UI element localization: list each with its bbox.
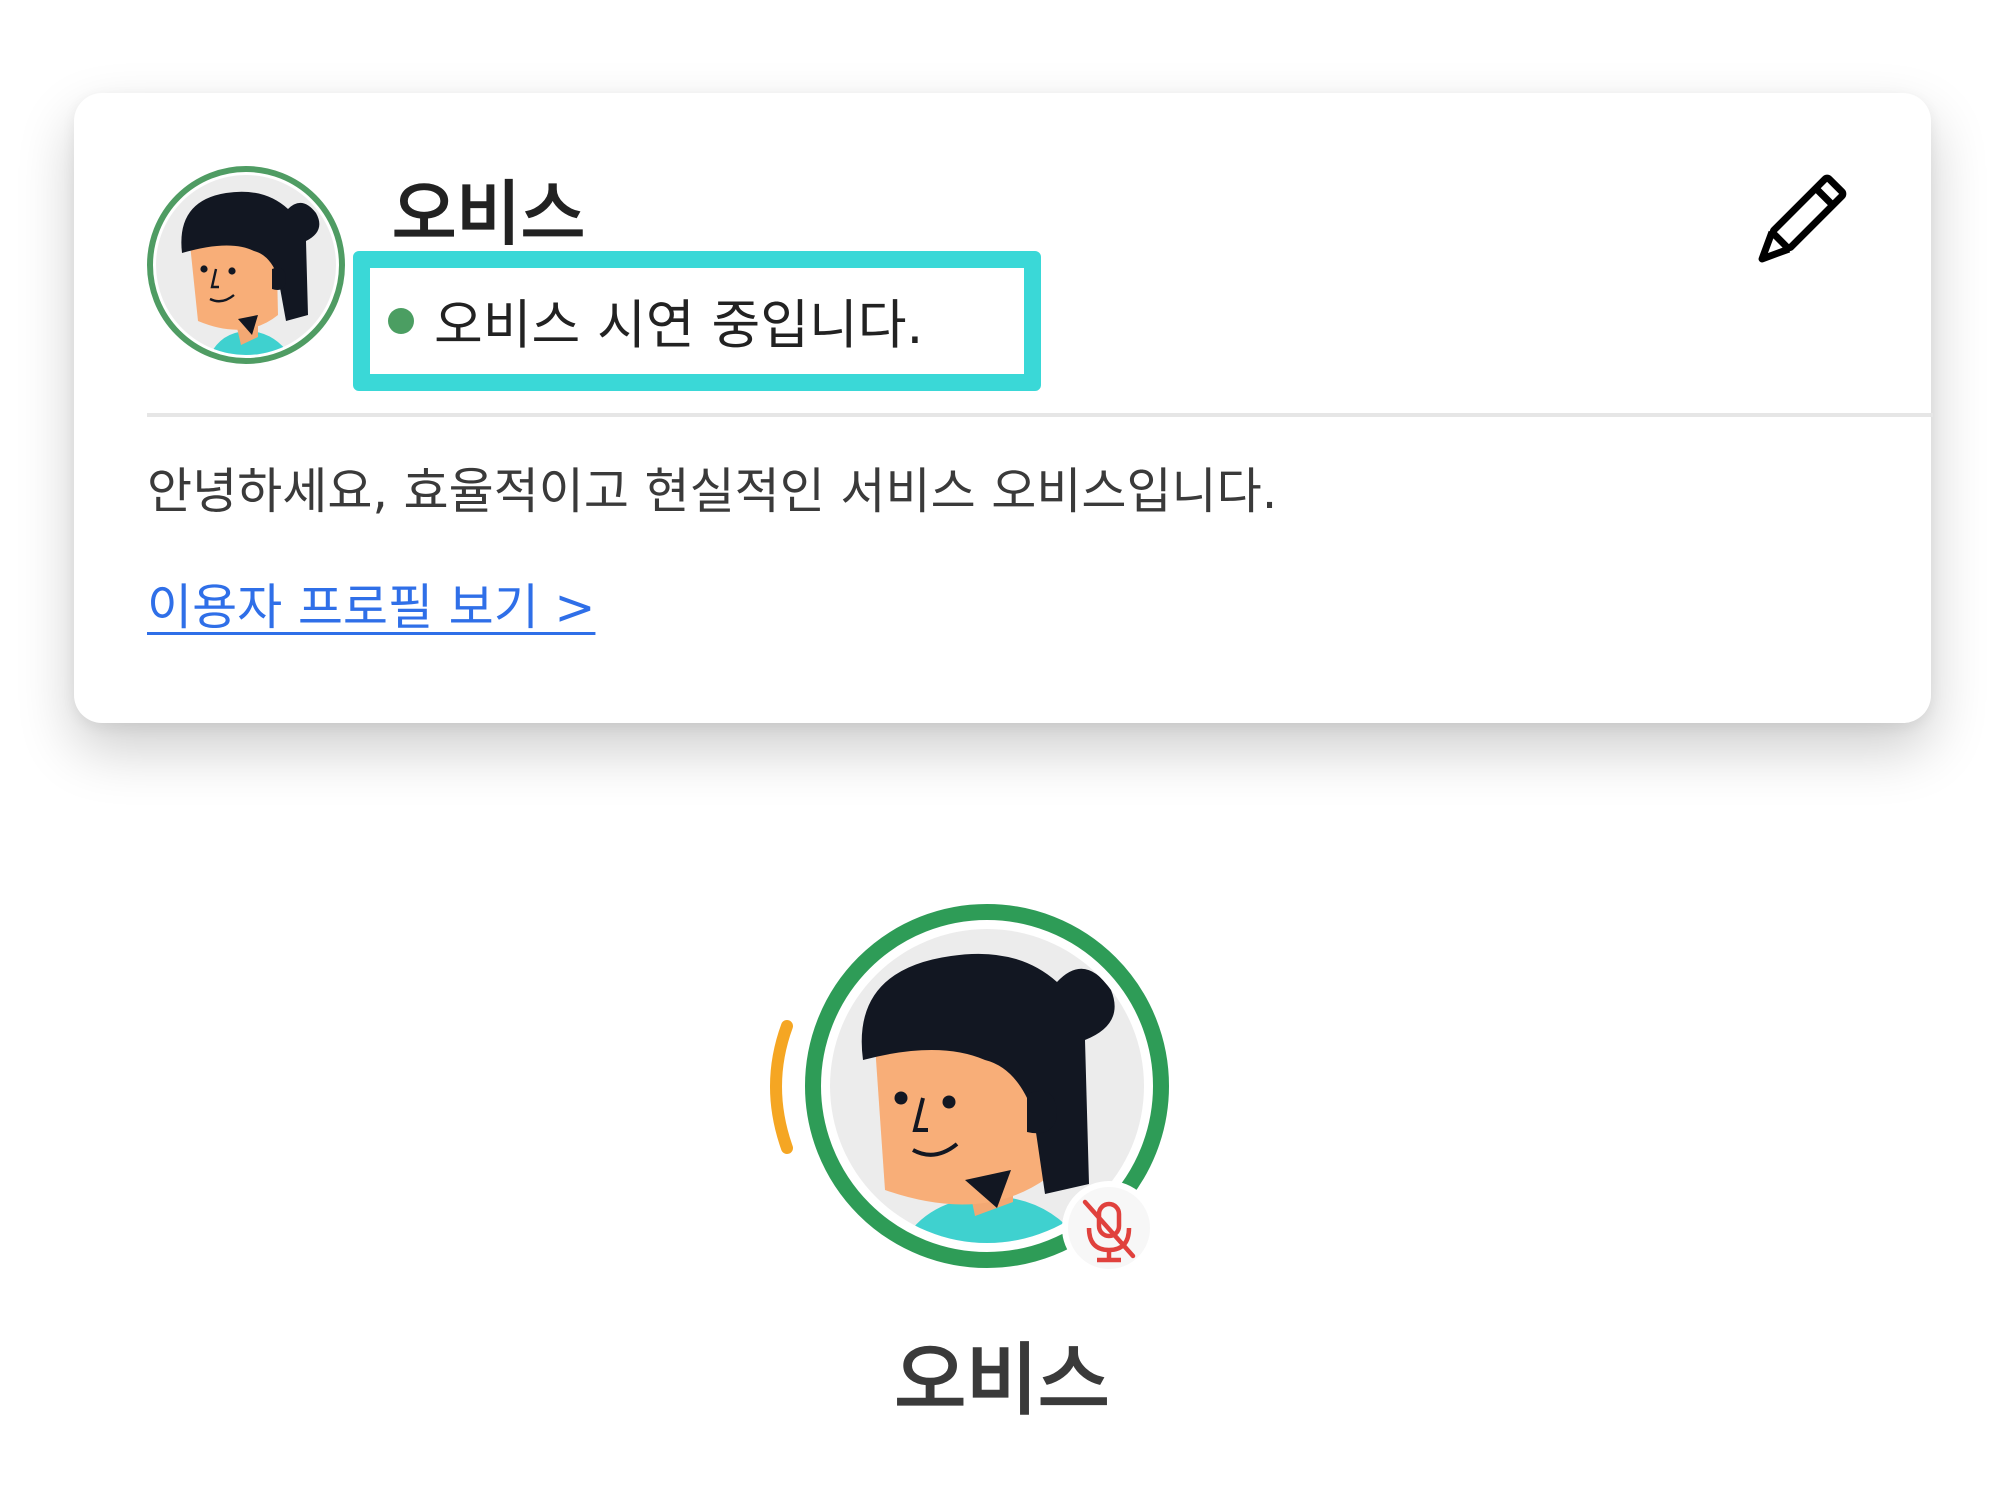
speaker-avatar-illustration: [770, 904, 1169, 1275]
status-text: 오비스 시연 중입니다.: [434, 295, 924, 356]
profile-name: 오비스: [392, 173, 586, 255]
online-status-dot: [388, 308, 414, 334]
profile-card: 오비스 오비스 시연 중입니다. 안녕하세요, 효율적이고 현실적인 서비스 오…: [74, 93, 1933, 723]
status-highlight-box: 오비스 시연 중입니다.: [353, 251, 1041, 391]
avatar-illustration: [147, 166, 345, 364]
microphone-muted-icon: [1062, 1181, 1156, 1275]
profile-introduction: 안녕하세요, 효율적이고 현실적인 서비스 오비스입니다.: [147, 463, 1278, 520]
pencil-icon: [1758, 174, 1847, 263]
status-message[interactable]: 오비스 시연 중입니다.: [370, 268, 1024, 374]
speaking-indicator: [770, 1020, 793, 1154]
divider: [147, 413, 1933, 417]
speaker-avatar[interactable]: [755, 898, 1175, 1298]
view-user-profile-link[interactable]: 이용자 프로필 보기 >: [147, 579, 595, 638]
avatar: [146, 165, 346, 365]
edit-profile-button[interactable]: [1744, 173, 1848, 277]
speaker-name: 오비스: [894, 1336, 1110, 1426]
